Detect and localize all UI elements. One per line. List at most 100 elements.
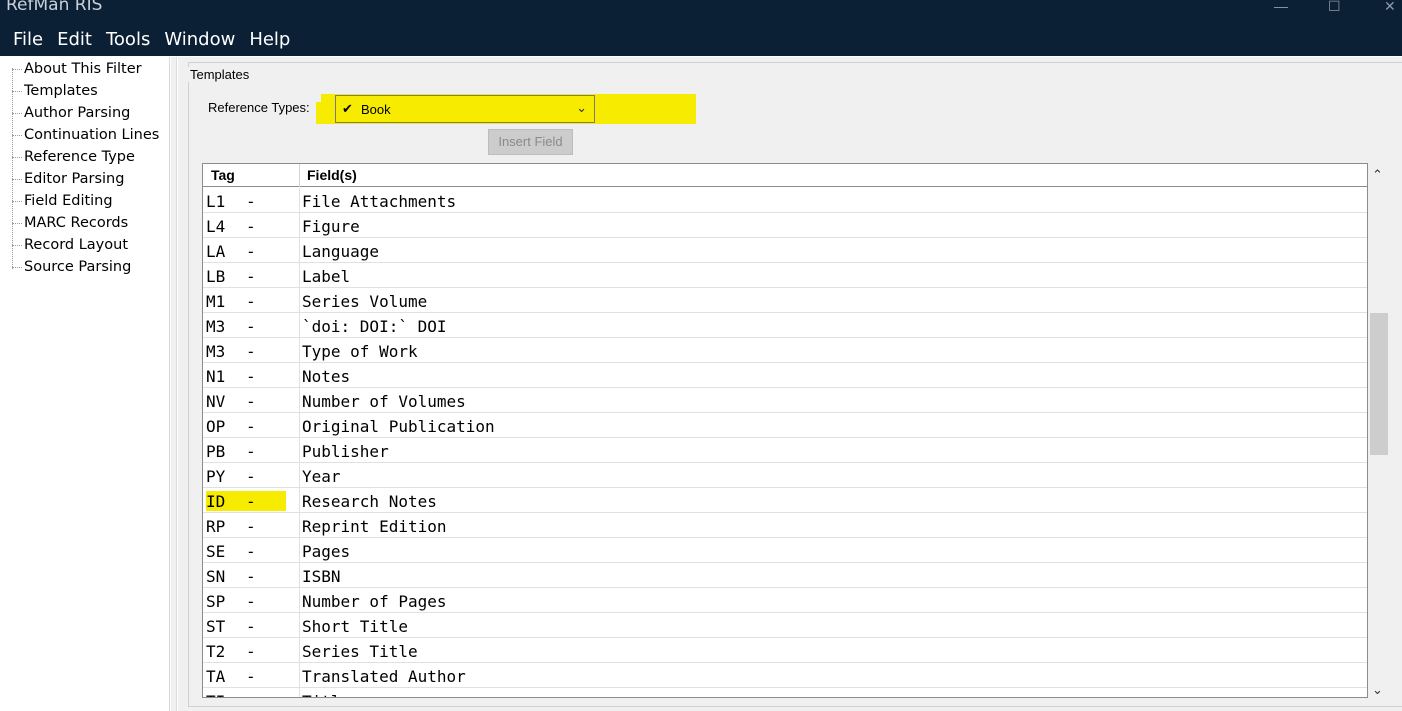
field-cell[interactable]: Research Notes bbox=[302, 492, 437, 511]
tree-item-author-parsing[interactable]: Author Parsing bbox=[12, 102, 130, 124]
tree-item-editor-parsing[interactable]: Editor Parsing bbox=[12, 168, 124, 190]
field-cell[interactable]: Language bbox=[302, 242, 379, 261]
table-row[interactable]: M1 - Series Volume bbox=[203, 288, 1367, 313]
field-cell[interactable]: Year bbox=[302, 467, 341, 486]
column-divider bbox=[299, 313, 300, 338]
tag-dash: - bbox=[246, 542, 256, 561]
menu-help[interactable]: Help bbox=[242, 28, 297, 54]
table-row[interactable]: NV - Number of Volumes bbox=[203, 388, 1367, 413]
tag-dash: - bbox=[246, 217, 256, 236]
table-row[interactable]: M3 - Type of Work bbox=[203, 338, 1367, 363]
tag-cell: ST - bbox=[206, 616, 286, 636]
table-row[interactable]: ST - Short Title bbox=[203, 613, 1367, 638]
panel-splitter[interactable] bbox=[171, 57, 177, 711]
tree-item-reference-type[interactable]: Reference Type bbox=[12, 146, 135, 168]
table-row[interactable]: LB - Label bbox=[203, 263, 1367, 288]
scroll-thumb[interactable] bbox=[1370, 313, 1388, 455]
field-cell[interactable]: Short Title bbox=[302, 617, 408, 636]
tag-code: SN bbox=[206, 567, 226, 586]
chevron-up-icon[interactable]: ⌃ bbox=[1372, 167, 1383, 183]
tree-item-continuation-lines[interactable]: Continuation Lines bbox=[12, 124, 159, 146]
column-header-tag[interactable]: Tag bbox=[211, 167, 235, 183]
reference-type-select[interactable]: ✔ Book ⌄ bbox=[335, 95, 595, 123]
field-cell[interactable]: Title bbox=[302, 692, 350, 697]
tag-dash: - bbox=[246, 567, 256, 586]
chevron-down-icon[interactable]: ⌄ bbox=[1372, 682, 1383, 698]
field-cell[interactable]: Original Publication bbox=[302, 417, 495, 436]
field-cell[interactable]: Series Title bbox=[302, 642, 418, 661]
menu-tools[interactable]: Tools bbox=[99, 28, 157, 54]
tree-item-label: Templates bbox=[24, 83, 98, 99]
tag-cell: PB - bbox=[206, 441, 286, 461]
field-cell[interactable]: Translated Author bbox=[302, 667, 466, 686]
minimize-icon[interactable]: — bbox=[1274, 0, 1288, 14]
tree-item-templates[interactable]: Templates bbox=[12, 80, 98, 102]
column-header-fields[interactable]: Field(s) bbox=[307, 167, 357, 183]
tree-item-about-this-filter[interactable]: About This Filter bbox=[12, 58, 142, 80]
tag-cell: LA - bbox=[206, 241, 286, 261]
column-divider[interactable] bbox=[299, 164, 300, 187]
column-divider bbox=[299, 363, 300, 388]
tag-cell: PY - bbox=[206, 466, 286, 486]
field-cell[interactable]: `doi: DOI:` DOI bbox=[302, 317, 447, 336]
column-divider bbox=[299, 188, 300, 213]
table-row[interactable]: RP - Reprint Edition bbox=[203, 513, 1367, 538]
tag-code: RP bbox=[206, 517, 226, 536]
table-row[interactable]: SP - Number of Pages bbox=[203, 588, 1367, 613]
column-divider bbox=[299, 563, 300, 588]
field-cell[interactable]: Figure bbox=[302, 217, 360, 236]
field-cell[interactable]: Label bbox=[302, 267, 350, 286]
tag-code: ST bbox=[206, 617, 226, 636]
table-row[interactable]: TI - Title bbox=[203, 688, 1367, 697]
check-icon: ✔ bbox=[342, 101, 353, 116]
table-row[interactable]: LA - Language bbox=[203, 238, 1367, 263]
table-row[interactable]: PY - Year bbox=[203, 463, 1367, 488]
column-divider bbox=[299, 413, 300, 438]
table-row[interactable]: OP - Original Publication bbox=[203, 413, 1367, 438]
field-cell[interactable]: Reprint Edition bbox=[302, 517, 447, 536]
tree-item-record-layout[interactable]: Record Layout bbox=[12, 234, 128, 256]
column-divider bbox=[299, 438, 300, 463]
table-row[interactable]: TA - Translated Author bbox=[203, 663, 1367, 688]
tree-item-source-parsing[interactable]: Source Parsing bbox=[12, 256, 131, 278]
tree-item-field-editing[interactable]: Field Editing bbox=[12, 190, 113, 212]
table-row[interactable]: SN - ISBN bbox=[203, 563, 1367, 588]
tree-item-label: Source Parsing bbox=[24, 259, 132, 275]
table-row[interactable]: PB - Publisher bbox=[203, 438, 1367, 463]
table-row[interactable]: M3 - `doi: DOI:` DOI bbox=[203, 313, 1367, 338]
table-row[interactable]: SE - Pages bbox=[203, 538, 1367, 563]
menu-window[interactable]: Window bbox=[157, 28, 242, 54]
tree-item-marc-records[interactable]: MARC Records bbox=[12, 212, 128, 234]
tag-code: L4 bbox=[206, 217, 226, 236]
field-cell[interactable]: Publisher bbox=[302, 442, 389, 461]
field-cell[interactable]: Pages bbox=[302, 542, 350, 561]
field-cell[interactable]: Number of Volumes bbox=[302, 392, 466, 411]
field-cell[interactable]: Notes bbox=[302, 367, 350, 386]
table-row[interactable]: T2 - Series Title bbox=[203, 638, 1367, 663]
vertical-scrollbar[interactable]: ⌃ ⌄ bbox=[1368, 163, 1390, 700]
menu-file[interactable]: File bbox=[0, 28, 50, 54]
table-row[interactable]: L1 - File Attachments bbox=[203, 188, 1367, 213]
maximize-icon[interactable]: ☐ bbox=[1328, 0, 1341, 15]
tag-cell: NV - bbox=[206, 391, 286, 411]
field-cell[interactable]: Type of Work bbox=[302, 342, 418, 361]
close-icon[interactable]: ✕ bbox=[1384, 0, 1396, 15]
field-cell[interactable]: Series Volume bbox=[302, 292, 427, 311]
tag-dash: - bbox=[246, 292, 256, 311]
insert-field-button[interactable]: Insert Field bbox=[488, 129, 573, 155]
table-row[interactable]: ID - Research Notes bbox=[203, 488, 1367, 513]
tag-dash: - bbox=[246, 492, 256, 511]
tag-code: M3 bbox=[206, 317, 226, 336]
field-cell[interactable]: ISBN bbox=[302, 567, 341, 586]
column-divider bbox=[299, 488, 300, 513]
reference-type-value: Book bbox=[361, 102, 391, 117]
tag-code: OP bbox=[206, 417, 226, 436]
tree-item-label: Reference Type bbox=[24, 149, 135, 165]
table-row[interactable]: N1 - Notes bbox=[203, 363, 1367, 388]
menu-edit[interactable]: Edit bbox=[50, 28, 99, 54]
field-cell[interactable]: Number of Pages bbox=[302, 592, 447, 611]
field-cell[interactable]: File Attachments bbox=[302, 192, 456, 211]
column-divider bbox=[299, 338, 300, 363]
table-row[interactable]: L4 - Figure bbox=[203, 213, 1367, 238]
tag-cell: N1 - bbox=[206, 366, 286, 386]
